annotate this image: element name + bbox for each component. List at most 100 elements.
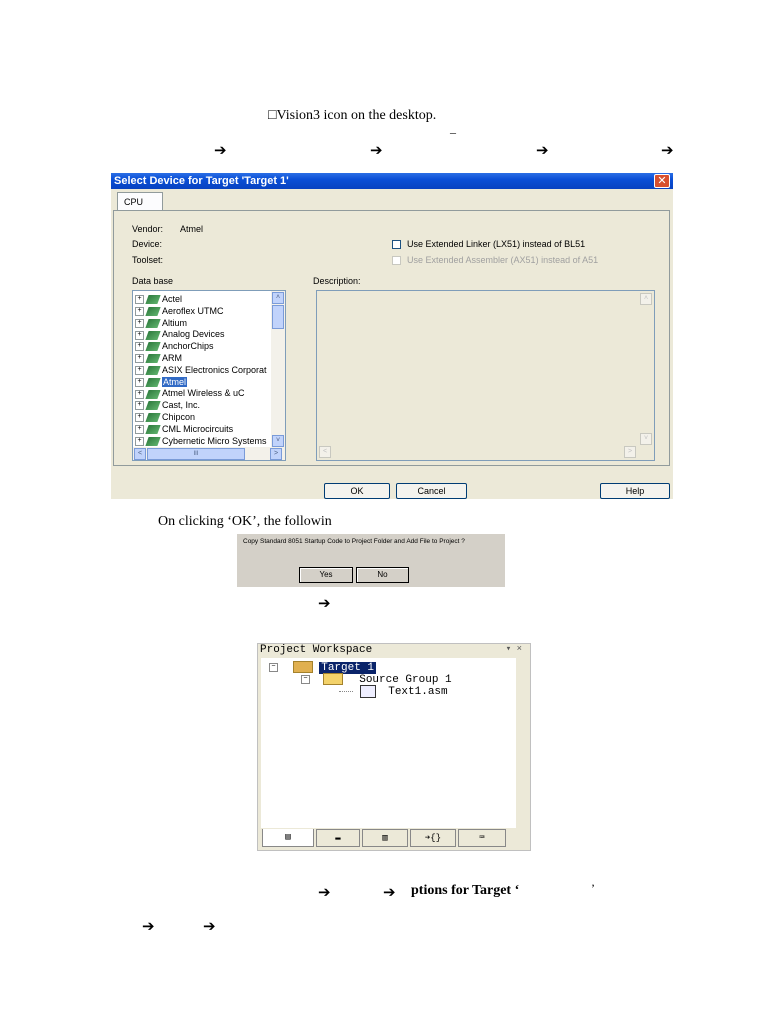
- horizontal-scrollbar[interactable]: < III >: [133, 447, 285, 460]
- vendor-label: Actel: [162, 294, 183, 304]
- ok-button[interactable]: OK: [324, 483, 390, 499]
- cancel-button[interactable]: Cancel: [396, 483, 467, 499]
- vendor-list-item[interactable]: + Atmel Wireless & uC: [135, 387, 245, 399]
- doc-options-quote: ’: [591, 881, 595, 895]
- vendor-list-item[interactable]: + Atmel: [135, 376, 188, 388]
- chip-icon: [145, 436, 161, 446]
- vendor-label: Cybernetic Micro Systems: [162, 435, 267, 446]
- target-icon: [292, 661, 313, 673]
- expand-icon[interactable]: +: [135, 354, 144, 364]
- expand-icon[interactable]: +: [135, 377, 144, 387]
- chip-icon: [145, 401, 161, 411]
- expand-icon[interactable]: +: [135, 330, 144, 340]
- vertical-scrollbar[interactable]: ˄ ˅: [271, 291, 285, 448]
- arrow-icon: ➔: [661, 141, 674, 159]
- project-tree: − Target 1 − Source Group 1 Text1.asm: [261, 658, 516, 828]
- expand-icon[interactable]: +: [135, 436, 144, 446]
- vendor-label: CML Microcircuits: [162, 423, 234, 434]
- yes-button[interactable]: Yes: [299, 567, 353, 583]
- vendor-label: Analog Devices: [162, 329, 225, 340]
- arrow-icon: ➔: [536, 141, 549, 159]
- vendor-list-item[interactable]: + Chipcon: [135, 411, 195, 423]
- chip-icon: [145, 377, 161, 387]
- vendor-list-item[interactable]: + ASIX Electronics Corporat: [135, 364, 267, 376]
- tree-label-file: Text1.asm: [388, 686, 448, 699]
- scroll-up-icon[interactable]: ˄: [272, 292, 284, 304]
- scroll-thumb[interactable]: [272, 305, 284, 329]
- collapse-icon[interactable]: −: [269, 662, 278, 672]
- expand-icon[interactable]: +: [135, 342, 144, 352]
- scroll-down-icon[interactable]: ˅: [272, 435, 284, 447]
- chip-icon: [145, 365, 161, 375]
- vendor-list-item[interactable]: + Altium: [135, 317, 187, 329]
- expand-icon[interactable]: +: [135, 365, 144, 375]
- expand-icon[interactable]: +: [135, 295, 144, 305]
- arrow-icon: ➔: [318, 594, 331, 612]
- no-button[interactable]: No: [356, 567, 409, 583]
- vendor-label: Altium: [162, 317, 188, 328]
- description-label: Description:: [313, 276, 361, 286]
- chip-icon: [145, 354, 161, 364]
- vendor-list-item[interactable]: + Cybernetic Micro Systems: [135, 435, 267, 447]
- database-label: Data base: [132, 276, 174, 286]
- tab-cpu[interactable]: CPU: [117, 192, 163, 210]
- arrow-icon: ➔: [214, 141, 227, 159]
- doc-options-text: ptions for Target ‘: [411, 883, 520, 898]
- tree-node-source-group[interactable]: − Source Group 1: [301, 673, 452, 686]
- collapse-icon[interactable]: −: [301, 674, 310, 684]
- vendor-label: Atmel Wireless & uC: [162, 388, 245, 399]
- tree-node-file[interactable]: Text1.asm: [339, 685, 448, 698]
- workspace-tabs: ▤ ▬ ▥ ➔{} ⌨: [258, 829, 530, 849]
- tab-templates-icon[interactable]: ⌨: [458, 829, 506, 847]
- use-ax51-checkbox[interactable]: [392, 256, 401, 265]
- vendor-label: ASIX Electronics Corporat: [162, 364, 267, 375]
- dialog-title: Select Device for Target 'Target 1': [111, 173, 673, 189]
- tab-files-icon[interactable]: ▤: [262, 829, 314, 847]
- vendor-list-item[interactable]: + Actel: [135, 293, 182, 305]
- vendor-label: AnchorChips: [162, 341, 214, 352]
- project-workspace-panel: Project Workspace ▾ × − Target 1 − Sourc…: [257, 643, 531, 851]
- vendor-label: Aeroflex UTMC: [162, 305, 224, 316]
- tree-node-target[interactable]: − Target 1: [269, 661, 377, 674]
- expand-icon[interactable]: +: [135, 306, 144, 316]
- scroll-thumb-horizontal[interactable]: III: [147, 448, 245, 460]
- use-lx51-label: Use Extended Linker (LX51) instead of BL…: [407, 239, 586, 249]
- asm-file-icon: [359, 685, 376, 698]
- vendor-list-item[interactable]: + AnchorChips: [135, 340, 214, 352]
- scroll-right-icon: >: [624, 446, 636, 458]
- expand-icon[interactable]: +: [135, 401, 144, 411]
- scroll-right-icon[interactable]: >: [270, 448, 282, 460]
- vendor-list-item[interactable]: + Cast, Inc.: [135, 399, 200, 411]
- use-lx51-checkbox[interactable]: [392, 240, 401, 249]
- tab-books-icon[interactable]: ▥: [362, 829, 408, 847]
- use-ax51-label: Use Extended Assembler (AX51) instead of…: [407, 255, 599, 265]
- vendor-list-item[interactable]: + ARM: [135, 352, 182, 364]
- vendor-list-item[interactable]: + Analog Devices: [135, 328, 225, 340]
- scroll-left-icon: <: [319, 446, 331, 458]
- expand-icon[interactable]: +: [135, 424, 144, 434]
- expand-icon[interactable]: +: [135, 413, 144, 423]
- chip-icon: [145, 389, 161, 399]
- expand-icon[interactable]: +: [135, 389, 144, 399]
- expand-icon[interactable]: +: [135, 318, 144, 328]
- device-database-list[interactable]: + Actel + Aeroflex UTMC + Altium + Analog Devic…: [132, 290, 286, 461]
- vendor-list-item[interactable]: + Aeroflex UTMC: [135, 305, 224, 317]
- close-icon[interactable]: ✕: [654, 174, 670, 188]
- toolset-label: Toolset:: [132, 255, 164, 265]
- arrow-icon: ➔: [383, 883, 396, 901]
- workspace-controls[interactable]: ▾ ×: [506, 644, 522, 654]
- workspace-title: Project Workspace: [260, 644, 373, 656]
- doc-dash: –: [450, 125, 456, 139]
- help-button[interactable]: Help: [600, 483, 670, 499]
- tab-functions-icon[interactable]: ➔{}: [410, 829, 456, 847]
- vendor-list-item[interactable]: + CML Microcircuits: [135, 423, 233, 435]
- tab-regs-icon[interactable]: ▬: [316, 829, 360, 847]
- arrow-icon: ➔: [203, 917, 216, 935]
- vendor-value: Atmel: [180, 224, 204, 234]
- scroll-left-icon[interactable]: <: [134, 448, 146, 460]
- arrow-icon: ➔: [142, 917, 155, 935]
- chip-icon: [145, 318, 161, 328]
- chip-icon: [145, 306, 161, 316]
- scroll-up-icon: ˄: [640, 293, 652, 305]
- chip-icon: [145, 424, 161, 434]
